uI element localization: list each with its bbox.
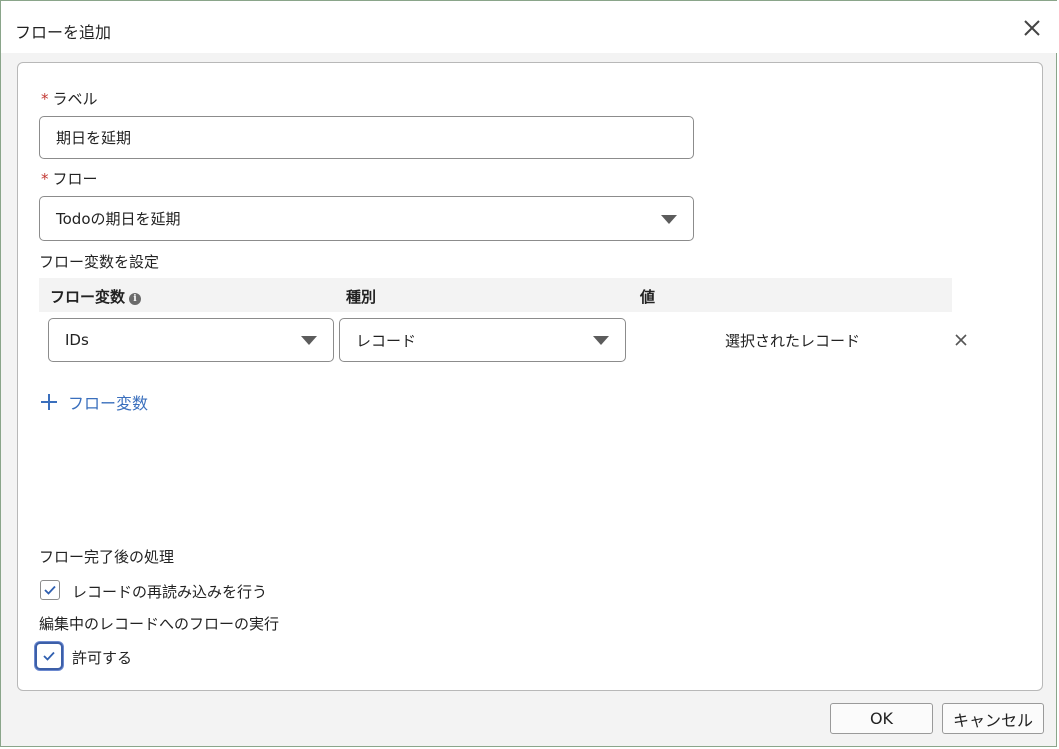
check-icon: [43, 651, 55, 661]
add-flow-dialog: フローを追加 * ラベル 期日を延期 * フロー Todoの期日を延期 フロー変数を…: [0, 0, 1058, 747]
plus-icon: [41, 394, 57, 410]
chevron-down-icon: [301, 336, 317, 345]
allow-label[interactable]: 許可する: [72, 647, 132, 668]
variable-select-value: IDs: [65, 331, 89, 349]
label-field-label: * ラベル: [41, 88, 98, 109]
allow-checkbox[interactable]: [35, 642, 63, 670]
flow-field-label: * フロー: [41, 168, 98, 189]
label-input-value: 期日を延期: [56, 129, 132, 147]
close-icon[interactable]: [1020, 16, 1044, 40]
cancel-button[interactable]: キャンセル: [942, 703, 1044, 734]
add-variable-link[interactable]: フロー変数: [40, 390, 148, 414]
dialog-titlebar: フローを追加: [1, 1, 1058, 53]
ok-button[interactable]: OK: [830, 703, 933, 734]
chevron-down-icon: [661, 214, 677, 224]
variable-value: 選択されたレコード: [725, 332, 861, 350]
type-select-value: レコード: [356, 331, 417, 350]
check-icon: [44, 585, 56, 595]
chevron-down-icon: [593, 336, 609, 345]
reload-checkbox[interactable]: [40, 580, 60, 600]
add-variable-label: フロー変数: [68, 394, 149, 413]
variables-section-label: フロー変数を設定: [39, 253, 160, 271]
required-mark: *: [41, 90, 49, 108]
variables-table-header: フロー変数 i 種別 値: [39, 278, 952, 312]
header-variable: フロー変数 i: [50, 286, 142, 307]
form-panel: * ラベル 期日を延期 * フロー Todoの期日を延期 フロー変数を設定 フロー変…: [17, 62, 1043, 691]
header-type: 種別: [346, 288, 377, 306]
variable-select[interactable]: IDs: [48, 318, 334, 362]
header-variable-text: フロー変数: [50, 288, 126, 306]
dialog-title: フローを追加: [15, 23, 112, 42]
run-on-edit-label: 編集中のレコードへのフローの実行: [39, 615, 280, 633]
label-input[interactable]: 期日を延期: [39, 116, 694, 159]
type-select[interactable]: レコード: [339, 318, 626, 362]
after-completion-label: フロー完了後の処理: [39, 548, 175, 566]
info-icon[interactable]: i: [129, 293, 142, 305]
reload-label[interactable]: レコードの再読み込みを行う: [72, 581, 267, 602]
remove-row-icon[interactable]: [954, 332, 968, 346]
flow-select[interactable]: Todoの期日を延期: [39, 196, 694, 241]
header-value: 値: [640, 288, 656, 306]
required-mark: *: [41, 170, 49, 188]
label-field-caption: ラベル: [52, 90, 98, 108]
flow-select-value: Todoの期日を延期: [56, 210, 181, 228]
flow-field-caption: フロー: [52, 170, 98, 188]
